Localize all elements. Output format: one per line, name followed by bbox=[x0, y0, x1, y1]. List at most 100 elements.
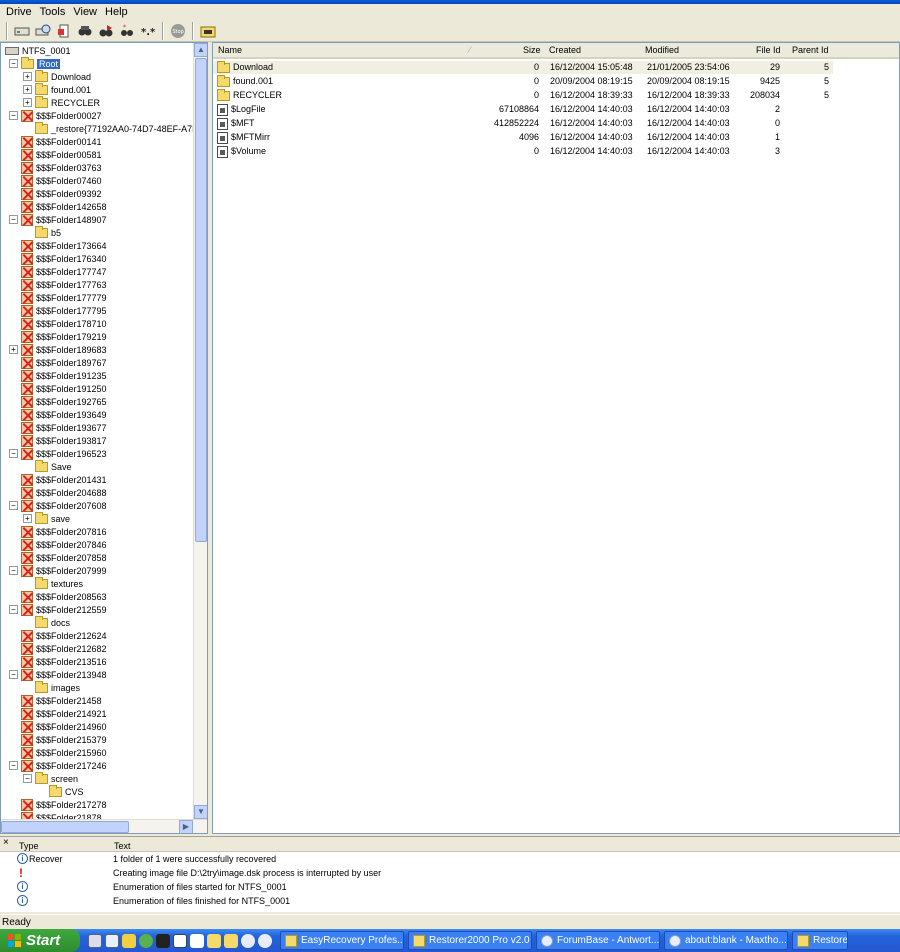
tree-node[interactable]: $$$Folder191235 bbox=[9, 369, 107, 382]
tree-node[interactable]: − $$$Folder213948 bbox=[9, 668, 107, 681]
tree-node[interactable]: $$$Folder217278 bbox=[9, 798, 107, 811]
tree-node[interactable]: $$$Folder03763 bbox=[9, 161, 102, 174]
tree-node[interactable]: $$$Folder193817 bbox=[9, 434, 107, 447]
tree-node[interactable]: $$$Folder214960 bbox=[9, 720, 107, 733]
collapse-icon[interactable]: − bbox=[9, 761, 18, 770]
tree-node[interactable]: docs bbox=[23, 615, 70, 629]
recover-icon[interactable] bbox=[55, 22, 73, 40]
tree-node[interactable]: + Download bbox=[23, 69, 91, 83]
collapse-icon[interactable]: − bbox=[9, 566, 18, 575]
tree-node[interactable]: $$$Folder207858 bbox=[9, 551, 107, 564]
tree-node[interactable]: $$$Folder214921 bbox=[9, 707, 107, 720]
tree-node[interactable]: − $$$Folder207608 bbox=[9, 499, 107, 512]
expand-icon[interactable]: + bbox=[9, 345, 18, 354]
tree-node[interactable]: $$$Folder204688 bbox=[9, 486, 107, 499]
scroll-down-icon[interactable]: ▼ bbox=[194, 805, 207, 819]
log-entry[interactable]: i Recover 1 folder of 1 were successfully … bbox=[0, 853, 900, 867]
file-list[interactable]: Name ⁄ Size Created Modified File Id Par… bbox=[212, 42, 900, 834]
tree-node[interactable]: $$$Folder212624 bbox=[9, 629, 107, 642]
tree-vertical-scrollbar[interactable]: ▲ ▼ bbox=[193, 43, 207, 819]
taskbar-button-easyrecovery[interactable]: EasyRecovery Profes... bbox=[280, 931, 404, 950]
taskbar-button-restorer[interactable]: Restorer2000 Pro v2.0 bbox=[408, 931, 532, 950]
file-row[interactable]: $Volume 0 16/12/2004 14:40:03 16/12/2004 14… bbox=[213, 145, 833, 158]
tree-node[interactable]: $$$Folder00141 bbox=[9, 135, 102, 148]
collapse-icon[interactable]: − bbox=[9, 670, 18, 679]
start-button[interactable]: Start bbox=[0, 929, 80, 952]
find-icon[interactable] bbox=[76, 22, 94, 40]
explorer-icon[interactable] bbox=[105, 933, 119, 948]
log-entry[interactable]: ! Creating image file D:\2try\image.dsk p… bbox=[0, 866, 900, 881]
show-desktop-icon[interactable] bbox=[88, 933, 102, 948]
file-row[interactable]: Download 0 16/12/2004 15:05:48 21/01/2005 2… bbox=[213, 60, 833, 74]
tree-node[interactable]: $$$Folder207816 bbox=[9, 525, 107, 538]
log-column-type[interactable]: Type bbox=[19, 841, 39, 851]
tree-node[interactable]: $$$Folder215379 bbox=[9, 733, 107, 746]
log-entry[interactable]: i Enumeration of files finished for NTFS_… bbox=[0, 895, 900, 909]
tree-node[interactable]: − $$$Folder207999 bbox=[9, 564, 107, 577]
tree-node[interactable]: images bbox=[23, 680, 80, 694]
taskbar-button-forumbase[interactable]: ForumBase - Antwort... bbox=[536, 931, 660, 950]
browser-icon[interactable] bbox=[258, 933, 272, 948]
menu-tools[interactable]: Tools bbox=[36, 6, 70, 18]
column-name[interactable]: Name bbox=[218, 45, 242, 55]
column-parent-id[interactable]: Parent Id bbox=[792, 45, 829, 55]
file-row[interactable]: $MFTMirr 4096 16/12/2004 14:40:03 16/12/200… bbox=[213, 131, 833, 144]
scroll-right-icon[interactable]: ▶ bbox=[179, 820, 193, 833]
drive-icon[interactable] bbox=[13, 22, 31, 40]
tree-node[interactable]: CVS bbox=[37, 784, 84, 798]
scroll-up-icon[interactable]: ▲ bbox=[194, 43, 207, 57]
file-row[interactable]: RECYCLER 0 16/12/2004 18:39:33 16/12/2004 1… bbox=[213, 88, 833, 102]
browser-icon[interactable] bbox=[241, 933, 255, 948]
menu-drive[interactable]: Drive bbox=[2, 6, 36, 18]
tree-node[interactable]: − screen bbox=[23, 771, 78, 785]
tree-node[interactable]: _restore{77192AA0-74D7-48EF-A7D bbox=[23, 121, 199, 135]
tree-node[interactable]: Save bbox=[23, 459, 72, 473]
menu-help[interactable]: Help bbox=[101, 6, 132, 18]
collapse-icon[interactable]: − bbox=[9, 59, 18, 68]
collapse-icon[interactable]: − bbox=[9, 605, 18, 614]
column-file-id[interactable]: File Id bbox=[756, 45, 781, 55]
tree-node[interactable]: $$$Folder00581 bbox=[9, 148, 102, 161]
stop-icon[interactable]: Stop bbox=[169, 22, 187, 40]
close-icon[interactable]: × bbox=[3, 837, 9, 848]
tree-root-node[interactable]: − Root bbox=[9, 56, 61, 70]
column-size[interactable]: Size bbox=[523, 45, 541, 55]
tree-node[interactable]: $$$Folder179219 bbox=[9, 330, 107, 343]
tree-drive-node[interactable]: NTFS_0001 bbox=[5, 44, 71, 57]
find-next-icon[interactable] bbox=[97, 22, 115, 40]
tree-node[interactable]: $$$Folder21458 bbox=[9, 694, 102, 707]
expand-icon[interactable]: + bbox=[23, 98, 32, 107]
log-column-text[interactable]: Text bbox=[114, 841, 131, 851]
app-icon[interactable] bbox=[122, 933, 136, 948]
expand-icon[interactable]: + bbox=[23, 514, 32, 523]
scrollbar-thumb[interactable] bbox=[195, 58, 207, 542]
notepad-icon[interactable] bbox=[173, 933, 187, 948]
tree-node[interactable]: $$$Folder193677 bbox=[9, 421, 107, 434]
tree-node[interactable]: + save bbox=[23, 511, 70, 525]
column-created[interactable]: Created bbox=[549, 45, 581, 55]
collapse-icon[interactable]: − bbox=[9, 215, 18, 224]
tree-node[interactable]: textures bbox=[23, 576, 83, 590]
expand-icon[interactable]: + bbox=[23, 72, 32, 81]
tree-node[interactable]: $$$Folder208563 bbox=[9, 590, 107, 603]
folder-tree[interactable]: NTFS_0001 − Root + Download + found.001 + REC… bbox=[0, 42, 208, 834]
collapse-icon[interactable]: − bbox=[23, 774, 32, 783]
file-row[interactable]: found.001 0 20/09/2004 08:19:15 20/09/2004 … bbox=[213, 74, 833, 88]
options-icon[interactable]: *.* bbox=[139, 22, 157, 40]
tree-node[interactable]: $$$Folder177795 bbox=[9, 304, 107, 317]
window-icon[interactable] bbox=[190, 933, 204, 948]
tree-node[interactable]: $$$Folder215960 bbox=[9, 746, 107, 759]
tree-node[interactable]: $$$Folder212682 bbox=[9, 642, 107, 655]
taskbar-button-restorer-2[interactable]: Restorer bbox=[792, 931, 848, 950]
tree-node[interactable]: + found.001 bbox=[23, 82, 91, 96]
tree-node[interactable]: − $$$Folder148907 bbox=[9, 213, 107, 226]
console-icon[interactable] bbox=[156, 933, 170, 948]
tree-node[interactable]: − $$$Folder217246 bbox=[9, 759, 107, 772]
collapse-icon[interactable]: − bbox=[9, 449, 18, 458]
file-row[interactable]: $MFT 412852224 16/12/2004 14:40:03 16/12/20… bbox=[213, 117, 833, 130]
tree-node[interactable]: $$$Folder09392 bbox=[9, 187, 102, 200]
tree-horizontal-scrollbar[interactable]: ▶ bbox=[1, 819, 207, 833]
folder-icon[interactable] bbox=[199, 22, 217, 40]
collapse-icon[interactable]: − bbox=[9, 501, 18, 510]
folder-icon[interactable] bbox=[224, 933, 238, 948]
